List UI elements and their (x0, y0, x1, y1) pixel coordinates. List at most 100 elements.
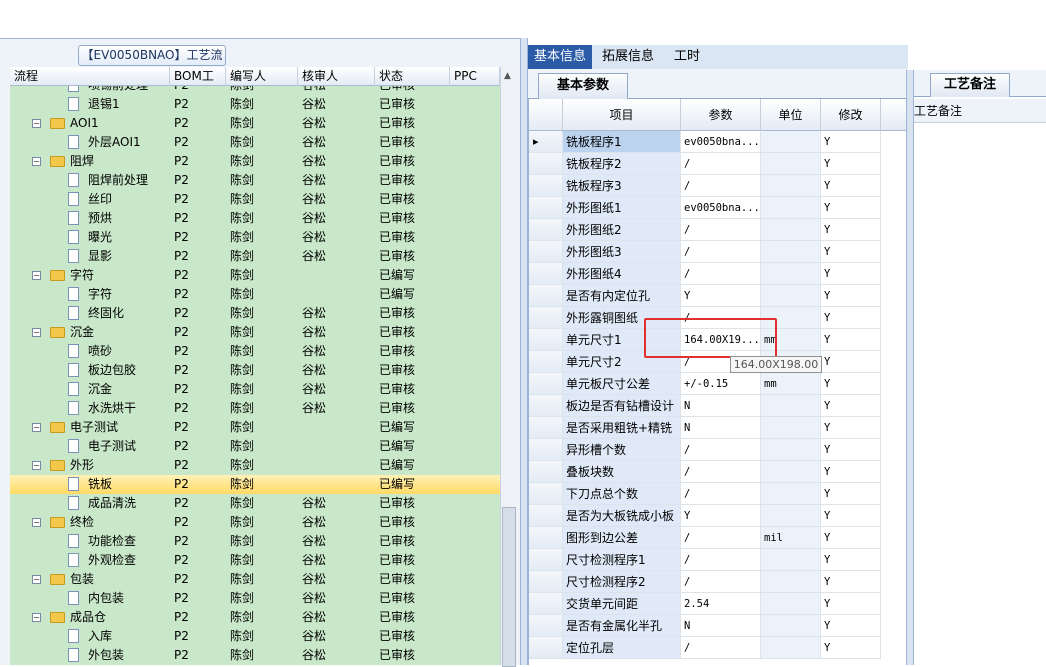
param-row[interactable]: 外形图纸3/ Y (529, 241, 907, 263)
tree-row[interactable]: 阻焊前处理 P2 陈剑 谷松 已审核 (10, 171, 500, 190)
tree-row[interactable]: 外包装 P2 陈剑 谷松 已审核 (10, 646, 500, 665)
param-modify[interactable]: Y (821, 285, 881, 307)
param-row[interactable]: 定位孔层 / Y (529, 637, 907, 659)
param-unit[interactable]: mm (761, 373, 821, 395)
param-value[interactable]: N (681, 615, 761, 637)
param-row[interactable]: 板边是否有钻槽设计 N Y (529, 395, 907, 417)
param-row[interactable]: 铣板程序2/ Y (529, 153, 907, 175)
tree-row[interactable]: 成品清洗 P2 陈剑 谷松 已审核 (10, 494, 500, 513)
row-indicator[interactable] (529, 373, 563, 395)
row-indicator[interactable] (529, 153, 563, 175)
tab-basic-info[interactable]: 基本信息 (528, 45, 592, 69)
param-value[interactable]: / (681, 461, 761, 483)
tree-row[interactable]: 板边包胶 P2 陈剑 谷松 已审核 (10, 361, 500, 380)
tree-folder-row[interactable]: − 沉金 P2 陈剑 谷松 已审核 (10, 323, 500, 342)
param-modify[interactable]: Y (821, 593, 881, 615)
param-unit[interactable] (761, 571, 821, 593)
tree-row[interactable]: 水洗烘干 P2 陈剑 谷松 已审核 (10, 399, 500, 418)
row-indicator[interactable] (529, 571, 563, 593)
param-value[interactable]: / (681, 439, 761, 461)
grid-header-param[interactable]: 参数 (681, 99, 761, 131)
param-row[interactable]: 叠板块数 / Y (529, 461, 907, 483)
collapse-toggle-icon[interactable]: − (32, 461, 41, 470)
row-indicator[interactable] (529, 395, 563, 417)
param-value[interactable]: / (681, 549, 761, 571)
grid-header-unit[interactable]: 单位 (761, 99, 821, 131)
tree-row[interactable]: 电子测试 P2 陈剑 已编写 (10, 437, 500, 456)
tab-basic-params[interactable]: 基本参数 (538, 73, 628, 99)
tree-folder-row[interactable]: − 包装 P2 陈剑 谷松 已审核 (10, 570, 500, 589)
param-value[interactable]: N (681, 395, 761, 417)
tree-row[interactable]: 丝印 P2 陈剑 谷松 已审核 (10, 190, 500, 209)
collapse-toggle-icon[interactable]: − (32, 271, 41, 280)
tree-row[interactable]: 预烘 P2 陈剑 谷松 已审核 (10, 209, 500, 228)
param-row[interactable]: 尺寸检测程序1/ Y (529, 549, 907, 571)
param-unit[interactable] (761, 461, 821, 483)
param-modify[interactable]: Y (821, 505, 881, 527)
tree-row[interactable]: 入库 P2 陈剑 谷松 已审核 (10, 627, 500, 646)
grid-header-item[interactable]: 项目 (563, 99, 681, 131)
left-splitter[interactable] (520, 38, 528, 665)
grid-header-modify[interactable]: 修改 (821, 99, 881, 131)
row-indicator[interactable] (529, 307, 563, 329)
col-header-author[interactable]: 编写人 (226, 67, 298, 86)
collapse-toggle-icon[interactable]: − (32, 119, 41, 128)
tab-extended-info[interactable]: 拓展信息 (596, 45, 662, 69)
col-header-flow[interactable]: 流程 (10, 67, 170, 86)
tree-folder-row[interactable]: − 电子测试 P2 陈剑 已编写 (10, 418, 500, 437)
tree-row[interactable]: 退锡1 P2 陈剑 谷松 已审核 (10, 95, 500, 114)
tree-folder-row[interactable]: − 外形 P2 陈剑 已编写 (10, 456, 500, 475)
row-indicator[interactable] (529, 241, 563, 263)
param-row[interactable]: 外形图纸2/ Y (529, 219, 907, 241)
scroll-up-icon[interactable]: ▲ (504, 71, 511, 81)
param-row[interactable]: ▸ 铣板程序1 ev0050bna... Y (529, 131, 907, 153)
row-indicator[interactable] (529, 329, 563, 351)
param-modify[interactable]: Y (821, 395, 881, 417)
tree-row[interactable]: 显影 P2 陈剑 谷松 已审核 (10, 247, 500, 266)
param-modify[interactable]: Y (821, 197, 881, 219)
param-modify[interactable]: Y (821, 329, 881, 351)
param-modify[interactable]: Y (821, 571, 881, 593)
tree-folder-row[interactable]: − 终检 P2 陈剑 谷松 已审核 (10, 513, 500, 532)
param-value[interactable]: Y (681, 285, 761, 307)
collapse-toggle-icon[interactable]: − (32, 518, 41, 527)
tree-row[interactable]: 铣板 P2 陈剑 已编写 (10, 475, 500, 494)
param-value[interactable]: / (681, 483, 761, 505)
tree-folder-row[interactable]: − 字符 P2 陈剑 已编写 (10, 266, 500, 285)
param-modify[interactable]: Y (821, 153, 881, 175)
collapse-toggle-icon[interactable]: − (32, 613, 41, 622)
param-value[interactable]: / (681, 175, 761, 197)
tree-row[interactable]: 功能检查 P2 陈剑 谷松 已审核 (10, 532, 500, 551)
tree-row[interactable]: 内包装 P2 陈剑 谷松 已审核 (10, 589, 500, 608)
row-indicator[interactable] (529, 593, 563, 615)
param-modify[interactable]: Y (821, 615, 881, 637)
param-modify[interactable]: Y (821, 417, 881, 439)
collapse-toggle-icon[interactable]: − (32, 575, 41, 584)
param-modify[interactable]: Y (821, 351, 881, 373)
tree-row[interactable]: 外层AOI1 P2 陈剑 谷松 已审核 (10, 133, 500, 152)
param-modify[interactable]: Y (821, 439, 881, 461)
row-indicator[interactable] (529, 527, 563, 549)
param-row[interactable]: 尺寸检测程序2/ Y (529, 571, 907, 593)
row-indicator[interactable] (529, 549, 563, 571)
param-unit[interactable] (761, 175, 821, 197)
collapse-toggle-icon[interactable]: − (32, 328, 41, 337)
row-indicator[interactable] (529, 263, 563, 285)
param-unit[interactable] (761, 219, 821, 241)
row-indicator[interactable] (529, 483, 563, 505)
col-header-reviewer[interactable]: 核审人 (298, 67, 375, 86)
tree-folder-row[interactable]: − 成品仓 P2 陈剑 谷松 已审核 (10, 608, 500, 627)
param-unit[interactable] (761, 131, 821, 153)
param-modify[interactable]: Y (821, 549, 881, 571)
param-row[interactable]: 是否有内定位孔 Y Y (529, 285, 907, 307)
param-value[interactable]: 2.54 (681, 593, 761, 615)
param-row[interactable]: 是否有金属化半孔 N Y (529, 615, 907, 637)
param-row[interactable]: 是否采用粗铣+精铣 N Y (529, 417, 907, 439)
param-value[interactable]: / (681, 241, 761, 263)
collapse-toggle-icon[interactable]: − (32, 423, 41, 432)
param-modify[interactable]: Y (821, 131, 881, 153)
param-unit[interactable] (761, 285, 821, 307)
param-row[interactable]: 图形到边公差 / mil Y (529, 527, 907, 549)
tree-folder-row[interactable]: − 阻焊 P2 陈剑 谷松 已审核 (10, 152, 500, 171)
param-row[interactable]: 是否为大板铣成小板 Y Y (529, 505, 907, 527)
